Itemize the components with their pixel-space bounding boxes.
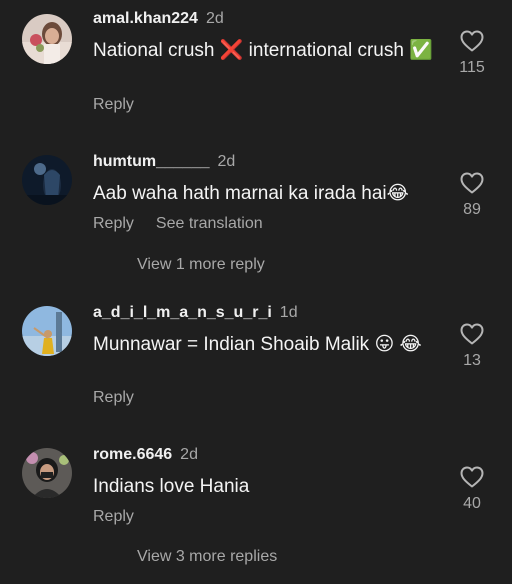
- comment-text: Munnawar = Indian Shoaib Malik 😛 😂: [93, 334, 422, 355]
- avatar[interactable]: [22, 306, 72, 356]
- timestamp: 2d: [217, 153, 236, 170]
- comment-text: Indians love Hania: [93, 476, 250, 497]
- like-count: 13: [463, 352, 481, 369]
- heart-outline-icon[interactable]: [460, 466, 484, 488]
- like-control: 89: [452, 172, 492, 220]
- like-control: 40: [452, 466, 492, 514]
- heart-outline-icon[interactable]: [460, 323, 484, 345]
- comment-header: humtum______ 2d: [93, 152, 235, 172]
- comment-header: rome.6646 2d: [93, 445, 198, 465]
- comment-header: amal.khan224 2d: [93, 9, 224, 29]
- heart-outline-icon[interactable]: [460, 172, 484, 194]
- comment-text: Aab waha hath marnai ka irada hai😂: [93, 183, 409, 204]
- view-more-replies-button[interactable]: View 3 more replies: [137, 547, 277, 567]
- username[interactable]: rome.6646: [93, 446, 172, 463]
- reply-button[interactable]: Reply: [93, 215, 134, 232]
- timestamp: 2d: [205, 10, 224, 27]
- comment-header: a_d_i_l_m_a_n_s_u_r_i 1d: [93, 303, 298, 323]
- reply-button[interactable]: Reply: [93, 508, 134, 525]
- avatar[interactable]: [22, 155, 72, 205]
- avatar[interactable]: [22, 14, 72, 64]
- comment-actions: Reply: [93, 507, 134, 527]
- like-count: 115: [459, 59, 485, 76]
- username[interactable]: humtum______: [93, 153, 210, 170]
- comment-text: National crush ❌ international crush ✅: [93, 40, 433, 61]
- like-control: 115: [452, 30, 492, 78]
- comment-actions: Reply See translation: [93, 214, 263, 234]
- username[interactable]: amal.khan224: [93, 10, 198, 27]
- see-translation-button[interactable]: See translation: [156, 215, 263, 232]
- heart-outline-icon[interactable]: [460, 30, 484, 52]
- like-count: 89: [463, 201, 481, 218]
- like-count: 40: [463, 495, 481, 512]
- timestamp: 1d: [279, 304, 298, 321]
- view-more-replies-button[interactable]: View 1 more reply: [137, 255, 265, 275]
- timestamp: 2d: [180, 446, 198, 463]
- username[interactable]: a_d_i_l_m_a_n_s_u_r_i: [93, 304, 272, 321]
- reply-button[interactable]: Reply: [93, 96, 134, 113]
- like-control: 13: [452, 323, 492, 371]
- reply-button[interactable]: Reply: [93, 389, 134, 406]
- comment-actions: Reply: [93, 388, 134, 408]
- avatar[interactable]: [22, 448, 72, 498]
- comment-actions: Reply: [93, 95, 134, 115]
